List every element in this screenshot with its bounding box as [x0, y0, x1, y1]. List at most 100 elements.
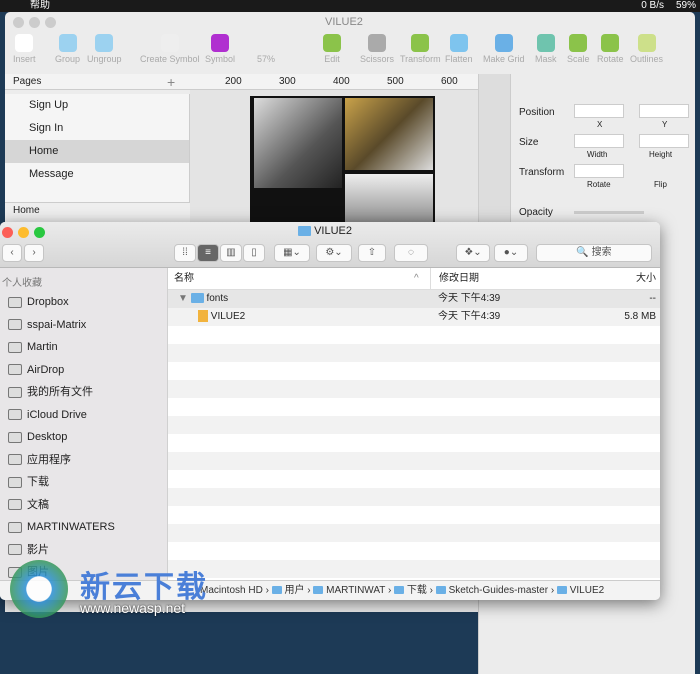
header-row: Pages + 200 300 400 500 600	[5, 74, 478, 90]
sidebar-icon	[8, 499, 22, 511]
path-item[interactable]: › MARTINWAT	[304, 585, 385, 596]
search-field[interactable]: 🔍 搜索	[536, 244, 652, 262]
ruler-tick: 600	[441, 76, 458, 87]
height-label: Height	[649, 150, 673, 159]
column-view-button[interactable]: ▥	[220, 244, 242, 262]
opacity-slider[interactable]	[574, 211, 644, 214]
toolbar-icon	[257, 34, 275, 52]
y-field[interactable]	[639, 104, 689, 118]
toolbar-insert[interactable]: Insert	[13, 34, 36, 64]
toolbar-scale[interactable]: Scale	[567, 34, 590, 64]
path-item[interactable]: › Sketch-Guides-master	[427, 585, 548, 596]
list-view-button[interactable]: ≡	[197, 244, 219, 262]
sidebar-item[interactable]: 文稿	[0, 494, 167, 517]
x-field[interactable]	[574, 104, 624, 118]
toolbar-transform[interactable]: Transform	[400, 34, 441, 64]
sidebar-item[interactable]: Dropbox	[0, 291, 167, 314]
share-button[interactable]: ⇧	[358, 244, 386, 262]
toolbar-rotate[interactable]: Rotate	[597, 34, 624, 64]
toolbar-group[interactable]: Group	[55, 34, 80, 64]
toolbar-57-[interactable]: 57%	[257, 34, 275, 64]
toolbar-make-grid[interactable]: Make Grid	[483, 34, 525, 64]
size-label: Size	[519, 137, 539, 148]
sidebar-item[interactable]: Martin	[0, 336, 167, 359]
finder-sidebar: 个人收藏 Dropbox sspai-Matrix Martin AirDrop 我的所…	[0, 268, 168, 600]
watermark-logo: 新云下载 www.newasp.net	[10, 560, 260, 620]
sidebar-item[interactable]: iCloud Drive	[0, 404, 167, 427]
column-size[interactable]: 大小	[636, 268, 656, 290]
minimize-button[interactable]	[29, 17, 40, 28]
sidebar-item[interactable]: 应用程序	[0, 449, 167, 472]
rotate-field[interactable]	[574, 164, 624, 178]
sidebar-item[interactable]: 下载	[0, 471, 167, 494]
sidebar-icon	[8, 364, 22, 376]
zoom-button[interactable]	[45, 17, 56, 28]
finder-window: VILUE2 ‹ › ⁞⁞ ≡ ▥ ▯ ▦⌄ ⚙⌄ ⇧ ◌ ❖⌄ ●⌄ 🔍 搜索…	[0, 222, 660, 600]
battery-percent[interactable]: 59%	[676, 0, 696, 12]
toolbar-scissors[interactable]: Scissors	[360, 34, 394, 64]
rotate-label: Rotate	[587, 180, 611, 189]
width-field[interactable]	[574, 134, 624, 148]
add-page-button[interactable]: +	[167, 74, 175, 90]
toolbar-icon	[536, 34, 555, 52]
finder-toolbar: VILUE2 ‹ › ⁞⁞ ≡ ▥ ▯ ▦⌄ ⚙⌄ ⇧ ◌ ❖⌄ ●⌄ 🔍 搜索	[0, 222, 660, 268]
toolbar-outlines[interactable]: Outlines	[630, 34, 663, 64]
action-gear-button[interactable]: ⚙⌄	[316, 244, 352, 262]
ruler-tick: 300	[279, 76, 296, 87]
sidebar-icon	[8, 319, 22, 331]
artboard[interactable]	[250, 96, 435, 223]
column-date[interactable]: 修改日期	[430, 268, 479, 290]
toolbar-mask[interactable]: Mask	[535, 34, 557, 64]
path-item[interactable]: › 用户	[263, 585, 305, 596]
sidebar-item[interactable]: Desktop	[0, 426, 167, 449]
file-row[interactable]: ▼ fonts 今天 下午4:39 --	[168, 290, 660, 308]
close-button[interactable]	[2, 227, 13, 238]
sidebar-item[interactable]: MARTINWATERS	[0, 516, 167, 539]
canvas[interactable]	[190, 90, 478, 223]
toolbar-ungroup[interactable]: Ungroup	[87, 34, 122, 64]
path-item[interactable]: › 下载	[385, 585, 427, 596]
toolbar-create-symbol[interactable]: Create Symbol	[140, 34, 200, 64]
page-item[interactable]: Sign Up	[5, 94, 189, 117]
icon-view-button[interactable]: ⁞⁞	[174, 244, 196, 262]
toolbar-edit[interactable]: Edit	[323, 34, 341, 64]
toolbar-symbol[interactable]: Symbol	[205, 34, 235, 64]
inspector-tabs[interactable]	[479, 74, 511, 234]
page-item[interactable]: Home	[5, 140, 189, 163]
sidebar-icon	[8, 341, 22, 353]
path-item[interactable]: › VILUE2	[548, 585, 604, 596]
dropbox-button[interactable]: ❖⌄	[456, 244, 490, 262]
photo	[345, 98, 433, 170]
toolbar-icon	[95, 34, 114, 52]
folder-icon	[190, 293, 204, 304]
back-button[interactable]: ‹	[2, 244, 22, 262]
toolbar-icon	[211, 34, 229, 52]
minimize-button[interactable]	[18, 227, 29, 238]
arrange-button[interactable]: ▦⌄	[274, 244, 310, 262]
y-label: Y	[662, 120, 668, 129]
ruler-tick: 500	[387, 76, 404, 87]
sidebar-item[interactable]: 影片	[0, 539, 167, 562]
zoom-button[interactable]	[34, 227, 45, 238]
forward-button[interactable]: ›	[24, 244, 44, 262]
column-name[interactable]: 名称	[174, 268, 194, 290]
gallery-view-button[interactable]: ▯	[243, 244, 265, 262]
height-field[interactable]	[639, 134, 689, 148]
tag-button[interactable]: ◌	[394, 244, 428, 262]
menu-help[interactable]: 帮助	[30, 0, 50, 11]
page-item[interactable]: Sign In	[5, 117, 189, 140]
toolbar-icon	[637, 34, 656, 52]
sidebar-item[interactable]: AirDrop	[0, 359, 167, 382]
file-row[interactable]: VILUE2 今天 下午4:39 5.8 MB	[168, 308, 660, 326]
page-item[interactable]: Message	[5, 163, 189, 186]
sidebar-item[interactable]: 我的所有文件	[0, 381, 167, 404]
list-header: 名称 ^ 修改日期 大小	[168, 268, 660, 290]
file-list: 名称 ^ 修改日期 大小 ▼ fonts 今天 下午4:39 -- VILUE2 今天…	[168, 268, 660, 580]
sidebar-item[interactable]: sspai-Matrix	[0, 314, 167, 337]
toolbar-icon	[58, 34, 77, 52]
close-button[interactable]	[13, 17, 24, 28]
sidebar-icon	[8, 386, 22, 398]
extension-button[interactable]: ●⌄	[494, 244, 528, 262]
toolbar-flatten[interactable]: Flatten	[445, 34, 473, 64]
ruler-tick: 400	[333, 76, 350, 87]
